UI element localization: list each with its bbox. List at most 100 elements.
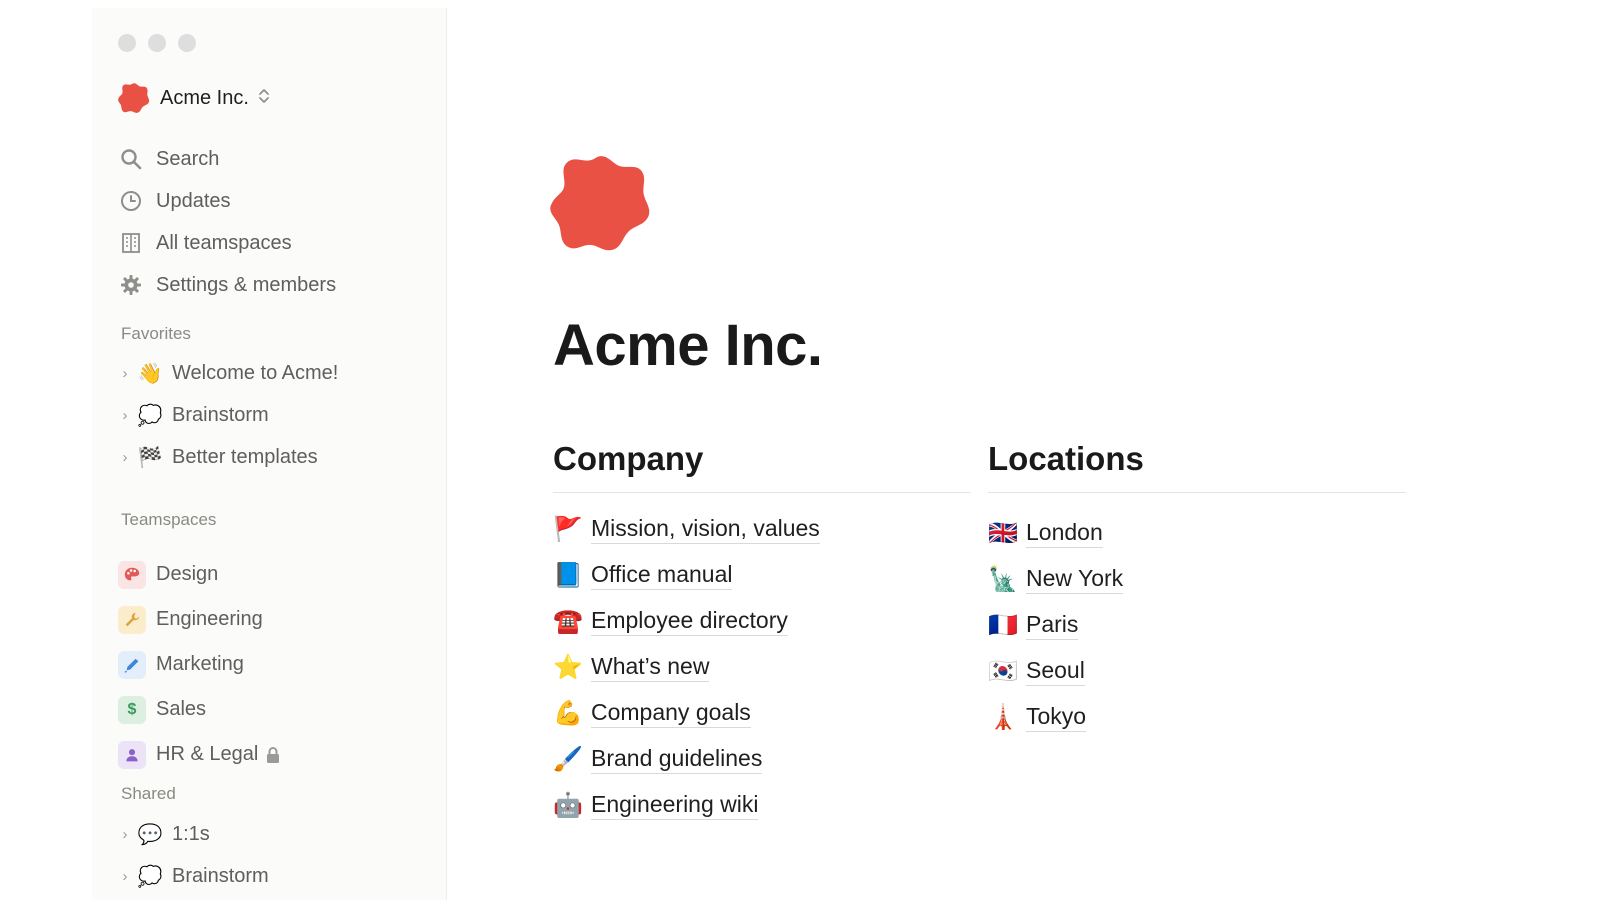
favorites-list: › 👋 Welcome to Acme! › 💭 Brainstorm › 🏁 …	[118, 352, 339, 478]
teamspaces-list: Design Engineering Marketing $ Sales HR …	[118, 552, 280, 777]
shared-label: 1:1s	[172, 822, 210, 845]
clock-icon	[118, 188, 144, 214]
favorite-item[interactable]: › 🏁 Better templates	[118, 436, 338, 478]
chevron-right-icon[interactable]: ›	[118, 449, 132, 466]
favorites-section-label: Favorites	[121, 324, 191, 343]
nav-updates[interactable]: Updates	[118, 180, 336, 222]
workspace-logo-icon	[118, 82, 150, 114]
page-link-label: Tokyo	[1026, 703, 1087, 733]
page-link-label: Employee directory	[591, 607, 788, 637]
telephone-icon: ☎️	[553, 608, 583, 635]
blue-book-icon: 📘	[553, 562, 583, 589]
paintbrush-icon: 🖌️	[553, 746, 583, 773]
search-icon	[118, 146, 144, 172]
page-link-label: Brand guidelines	[591, 745, 763, 775]
maximize-window-button[interactable]	[178, 34, 196, 52]
favorite-item[interactable]: › 👋 Welcome to Acme!	[118, 352, 339, 394]
uk-flag-icon: 🇬🇧	[988, 520, 1018, 547]
tokyo-tower-icon: 🗼	[988, 704, 1018, 731]
page-link-whats-new[interactable]: ⭐ What’s new	[553, 645, 971, 691]
sidebar-nav: Search Updates All teamspaces Settings &…	[118, 138, 336, 306]
teamspace-item-sales[interactable]: $ Sales	[118, 687, 280, 732]
workspace-name: Acme Inc.	[160, 86, 249, 109]
page-title[interactable]: Acme Inc.	[553, 312, 823, 379]
page-link-brand-guidelines[interactable]: 🖌️ Brand guidelines	[553, 737, 971, 783]
thought-bubble-icon: 💭	[137, 865, 163, 888]
red-flag-icon: 🚩	[553, 516, 583, 543]
checkered-flag-icon: 🏁	[137, 446, 163, 469]
person-icon	[118, 740, 146, 769]
minimize-window-button[interactable]	[148, 34, 166, 52]
teamspace-label: Sales	[156, 698, 207, 720]
robot-icon: 🤖	[553, 792, 583, 819]
chevron-right-icon[interactable]: ›	[118, 826, 132, 843]
page-link-label: Office manual	[591, 561, 733, 591]
company-heading: Company	[553, 440, 971, 493]
teamspace-item-marketing[interactable]: Marketing	[118, 642, 280, 687]
teamspace-label: Marketing	[156, 653, 244, 675]
page-link-office-manual[interactable]: 📘 Office manual	[553, 553, 971, 599]
chevron-right-icon[interactable]: ›	[118, 868, 132, 885]
shared-list: › 💬 1:1s › 💭 Brainstorm	[118, 813, 269, 897]
favorite-item[interactable]: › 💭 Brainstorm	[118, 394, 338, 436]
close-window-button[interactable]	[118, 34, 136, 52]
pen-icon	[118, 650, 146, 679]
sidebar: Acme Inc. Search Updates All teamspaces	[92, 8, 447, 900]
nav-all-teamspaces[interactable]: All teamspaces	[118, 222, 336, 264]
page-link-employee-directory[interactable]: ☎️ Employee directory	[553, 599, 971, 645]
locations-column: Locations 🇬🇧 London 🗽 New York 🇫🇷 Paris …	[988, 440, 1406, 741]
thought-bubble-icon: 💭	[137, 404, 163, 427]
speech-bubble-icon: 💬	[137, 823, 163, 846]
building-icon	[118, 230, 144, 256]
gear-icon	[118, 272, 144, 298]
page-link-label: Company goals	[591, 699, 751, 729]
page-link-label: Paris	[1026, 611, 1079, 641]
teamspace-label: Engineering	[156, 608, 263, 630]
teamspaces-section-label: Teamspaces	[121, 510, 217, 529]
page-link-engineering-wiki[interactable]: 🤖 Engineering wiki	[553, 783, 971, 829]
shared-label: Brainstorm	[172, 864, 269, 887]
nav-label: Search	[156, 147, 220, 170]
favorite-label: Brainstorm	[172, 403, 269, 426]
teamspace-item-engineering[interactable]: Engineering	[118, 597, 280, 642]
page-link-tokyo[interactable]: 🗼 Tokyo	[988, 695, 1406, 741]
window-controls	[118, 34, 196, 52]
page-link-label: Mission, vision, values	[591, 515, 820, 545]
nav-settings-members[interactable]: Settings & members	[118, 264, 336, 306]
page-icon[interactable]	[550, 152, 652, 259]
france-flag-icon: 🇫🇷	[988, 612, 1018, 639]
page-link-label: Engineering wiki	[591, 791, 759, 821]
page-link-label: Seoul	[1026, 657, 1085, 687]
korea-flag-icon: 🇰🇷	[988, 658, 1018, 685]
favorite-label: Welcome to Acme!	[172, 361, 339, 384]
statue-of-liberty-icon: 🗽	[988, 566, 1018, 593]
shared-item[interactable]: › 💬 1:1s	[118, 813, 269, 855]
page-link-london[interactable]: 🇬🇧 London	[988, 511, 1406, 557]
page-link-company-goals[interactable]: 💪 Company goals	[553, 691, 971, 737]
page-link-label: What’s new	[591, 653, 710, 683]
company-column: Company 🚩 Mission, vision, values 📘 Offi…	[553, 440, 971, 829]
page-link-new-york[interactable]: 🗽 New York	[988, 557, 1406, 603]
teamspace-item-hr-legal[interactable]: HR & Legal	[118, 732, 280, 777]
page-link-mission[interactable]: 🚩 Mission, vision, values	[553, 507, 971, 553]
star-icon: ⭐	[553, 654, 583, 681]
nav-label: Updates	[156, 189, 231, 212]
nav-label: Settings & members	[156, 273, 337, 296]
teamspace-label: Design	[156, 563, 219, 585]
shared-item[interactable]: › 💭 Brainstorm	[118, 855, 269, 897]
nav-search[interactable]: Search	[118, 138, 336, 180]
locations-heading: Locations	[988, 440, 1406, 493]
workspace-switcher[interactable]: Acme Inc.	[118, 82, 271, 114]
chevron-right-icon[interactable]: ›	[118, 365, 132, 382]
chevron-up-down-icon	[257, 86, 271, 111]
teamspace-item-design[interactable]: Design	[118, 552, 280, 597]
page-link-label: London	[1026, 519, 1103, 549]
chevron-right-icon[interactable]: ›	[118, 407, 132, 424]
shared-section-label: Shared	[121, 784, 176, 803]
nav-label: All teamspaces	[156, 231, 292, 254]
page-link-paris[interactable]: 🇫🇷 Paris	[988, 603, 1406, 649]
lock-icon	[266, 746, 280, 764]
page-link-seoul[interactable]: 🇰🇷 Seoul	[988, 649, 1406, 695]
page-link-label: New York	[1026, 565, 1124, 595]
teamspace-label: HR & Legal	[156, 743, 259, 765]
